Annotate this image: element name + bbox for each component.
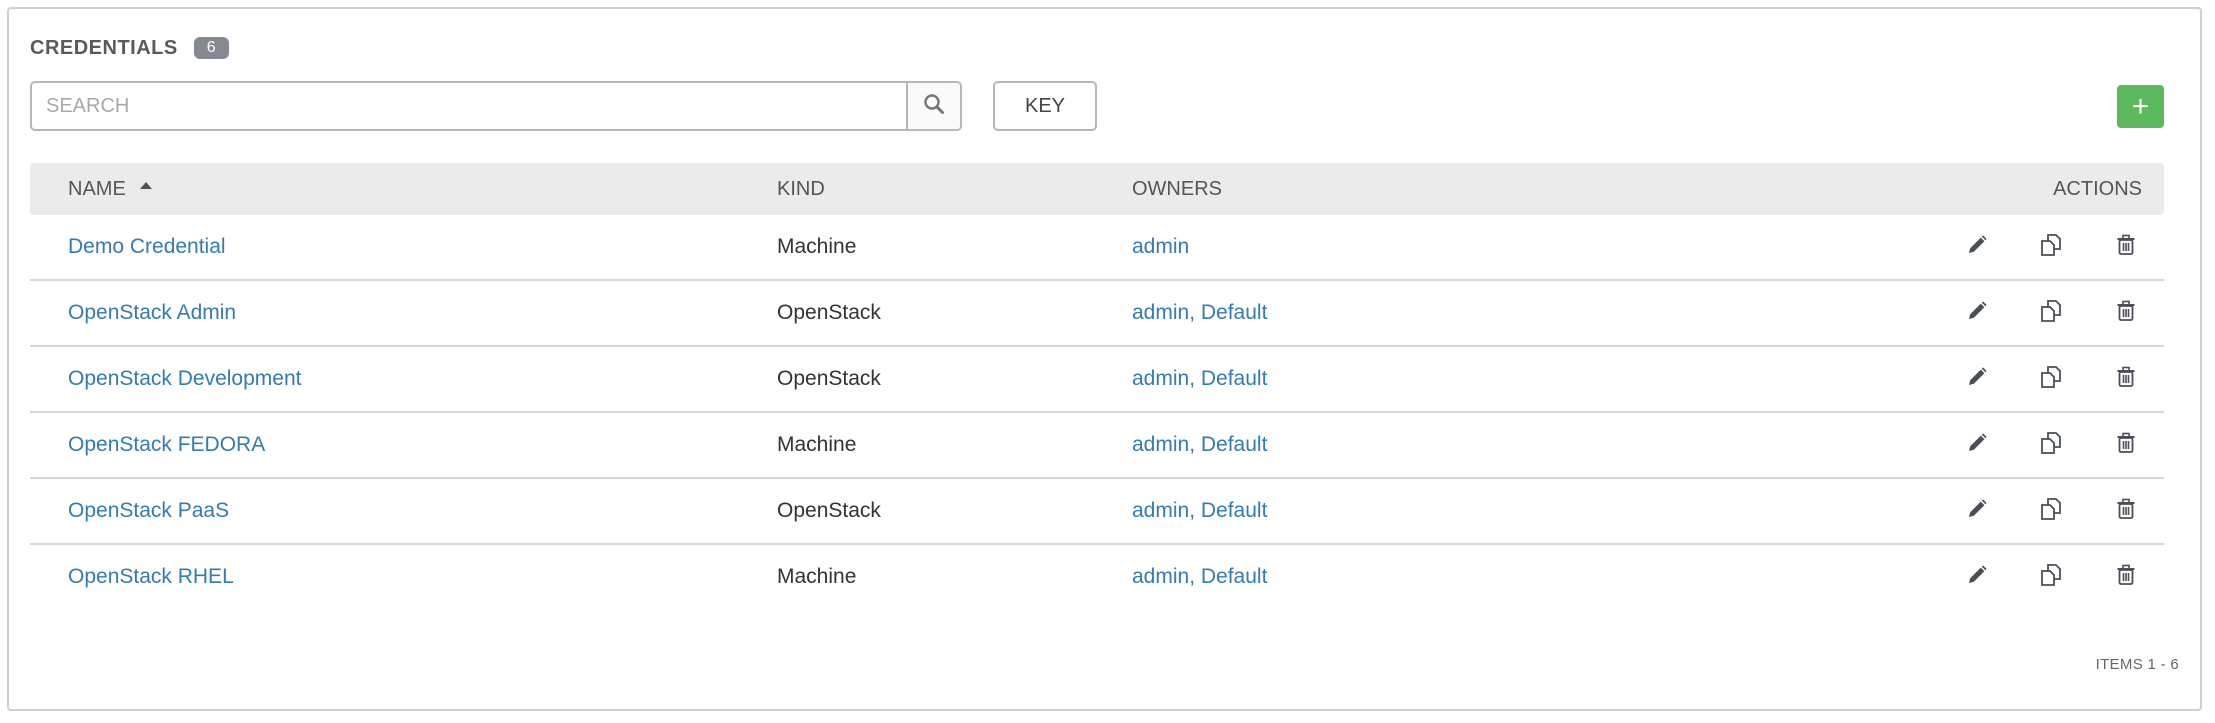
copy-icon [2039, 563, 2063, 593]
owner-separator: , [1189, 565, 1201, 588]
credential-kind: OpenStack [777, 367, 881, 390]
copy-icon [2039, 233, 2063, 263]
pencil-icon [1966, 498, 1988, 526]
credential-kind: OpenStack [777, 301, 881, 324]
delete-button[interactable] [2113, 432, 2139, 460]
owner-link[interactable]: Default [1201, 499, 1268, 522]
page-title: CREDENTIALS [30, 36, 178, 59]
search-bar [30, 81, 962, 131]
delete-button[interactable] [2113, 564, 2139, 592]
panel-header: CREDENTIALS 6 [30, 30, 229, 66]
copy-icon [2039, 365, 2063, 395]
delete-button[interactable] [2113, 498, 2139, 526]
credential-owners: admin [1132, 215, 1189, 279]
credential-name-link[interactable]: OpenStack PaaS [68, 479, 229, 543]
owner-separator: , [1189, 499, 1201, 522]
owner-link[interactable]: admin [1132, 433, 1189, 456]
credential-name-link[interactable]: OpenStack Development [68, 347, 301, 411]
edit-button[interactable] [1964, 433, 1990, 459]
owner-link[interactable]: Default [1201, 301, 1268, 324]
column-header-owners: OWNERS [1132, 178, 1222, 200]
edit-button[interactable] [1964, 499, 1990, 525]
credential-owners: admin, Default [1132, 479, 1267, 543]
trash-icon [2115, 498, 2137, 526]
credential-owners: admin, Default [1132, 545, 1267, 609]
add-credential-button[interactable]: + [2117, 85, 2164, 128]
trash-icon [2115, 234, 2137, 262]
owner-link[interactable]: Default [1201, 367, 1268, 390]
credential-owners: admin, Default [1132, 413, 1267, 477]
table-row: Demo Credential Machine admin [30, 215, 2164, 281]
table-body: Demo Credential Machine admin OpenStack Adm… [30, 215, 2164, 611]
copy-icon [2039, 431, 2063, 461]
table-row: OpenStack FEDORA Machine admin, Default [30, 413, 2164, 479]
copy-button[interactable] [2038, 233, 2064, 263]
search-button[interactable] [906, 83, 960, 129]
owner-link[interactable]: admin [1132, 499, 1189, 522]
table-row: OpenStack Admin OpenStack admin, Default [30, 281, 2164, 347]
table-row: OpenStack Development OpenStack admin, Def… [30, 347, 2164, 413]
pencil-icon [1966, 234, 1988, 262]
owner-link[interactable]: admin [1132, 235, 1189, 258]
credential-name-link[interactable]: OpenStack FEDORA [68, 413, 265, 477]
edit-button[interactable] [1964, 565, 1990, 591]
owner-link[interactable]: admin [1132, 367, 1189, 390]
credential-kind: OpenStack [777, 499, 881, 522]
owner-link[interactable]: admin [1132, 565, 1189, 588]
credential-kind: Machine [777, 433, 857, 456]
credential-name-link[interactable]: Demo Credential [68, 215, 226, 279]
column-header-name[interactable]: NAME [68, 163, 152, 215]
credential-owners: admin, Default [1132, 347, 1267, 411]
delete-button[interactable] [2113, 366, 2139, 394]
trash-icon [2115, 564, 2137, 592]
owner-link[interactable]: admin [1132, 301, 1189, 324]
pagination-label: ITEMS 1 - 6 [2095, 656, 2179, 673]
pencil-icon [1966, 432, 1988, 460]
credential-name-link[interactable]: OpenStack Admin [68, 281, 236, 345]
owner-separator: , [1189, 433, 1201, 456]
key-button[interactable]: KEY [993, 81, 1097, 131]
copy-button[interactable] [2038, 365, 2064, 395]
edit-button[interactable] [1964, 235, 1990, 261]
plus-icon: + [2131, 89, 2150, 123]
credential-name-link[interactable]: OpenStack RHEL [68, 545, 234, 609]
pencil-icon [1966, 366, 1988, 394]
pencil-icon [1966, 300, 1988, 328]
copy-icon [2039, 497, 2063, 527]
copy-button[interactable] [2038, 563, 2064, 593]
credential-kind: Machine [777, 235, 857, 258]
credentials-table: NAME KIND OWNERS ACTIONS Demo Credential… [30, 163, 2164, 611]
edit-button[interactable] [1964, 301, 1990, 327]
owner-link[interactable]: Default [1201, 433, 1268, 456]
column-header-actions: ACTIONS [2053, 178, 2142, 200]
copy-button[interactable] [2038, 299, 2064, 329]
search-icon [923, 93, 945, 120]
owner-link[interactable]: Default [1201, 565, 1268, 588]
owner-separator: , [1189, 301, 1201, 324]
column-name-label: NAME [68, 178, 126, 200]
table-header: NAME KIND OWNERS ACTIONS [30, 163, 2164, 215]
delete-button[interactable] [2113, 234, 2139, 262]
trash-icon [2115, 366, 2137, 394]
owner-separator: , [1189, 367, 1201, 390]
copy-button[interactable] [2038, 497, 2064, 527]
column-header-kind: KIND [777, 178, 825, 200]
copy-icon [2039, 299, 2063, 329]
sort-asc-icon [139, 182, 152, 189]
edit-button[interactable] [1964, 367, 1990, 393]
trash-icon [2115, 300, 2137, 328]
pencil-icon [1966, 564, 1988, 592]
credential-kind: Machine [777, 565, 857, 588]
count-badge: 6 [193, 37, 229, 59]
table-row: OpenStack PaaS OpenStack admin, Default [30, 479, 2164, 545]
delete-button[interactable] [2113, 300, 2139, 328]
credential-owners: admin, Default [1132, 281, 1267, 345]
copy-button[interactable] [2038, 431, 2064, 461]
table-row: OpenStack RHEL Machine admin, Default [30, 545, 2164, 611]
search-input[interactable] [32, 83, 906, 129]
trash-icon [2115, 432, 2137, 460]
